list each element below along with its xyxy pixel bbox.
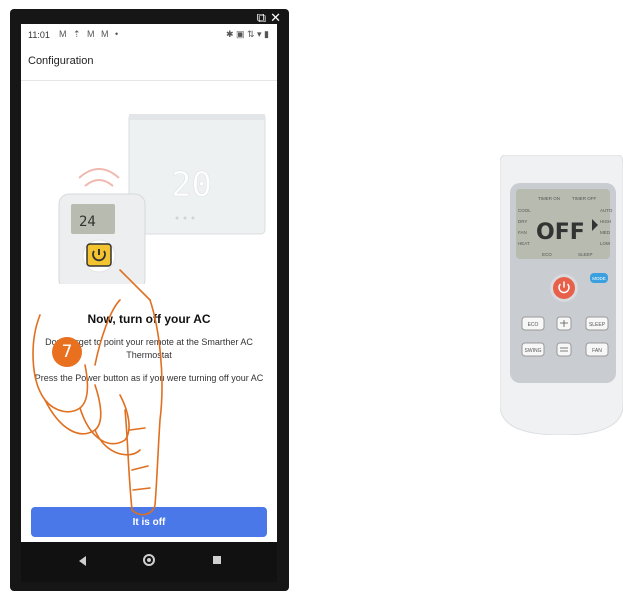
mode-med-label: MED [600,230,611,235]
mode-high-label: HIGH [600,219,611,224]
app-screen: 11:01 M ⇡ M M • ✱ ▣ ⇅ ▾ ▮ Configuration … [21,24,277,542]
timer-on-label: TIMER ON [538,196,560,201]
page-title: Configuration [28,55,94,67]
fan-button-label: FAN [592,348,602,354]
android-nav-bar [21,542,277,582]
display-sleep-label: SLEEP [578,252,593,257]
instruction-heading: Now, turn off your AC [87,312,211,326]
recent-apps-icon[interactable] [213,556,221,564]
remote-small-display: 24 [79,214,96,230]
eco-button-label: ECO [528,322,539,328]
sleep-button-label: SLEEP [589,322,606,328]
remote-small: 24 [58,193,146,284]
status-bar: 11:01 M ⇡ M M • ✱ ▣ ⇅ ▾ ▮ [21,24,277,46]
swing-button-label: SWING [525,348,542,354]
back-icon[interactable] [79,556,86,566]
mode-fan-label: FAN [518,230,527,235]
notification-icons: M ⇡ M M • [59,29,121,39]
mode-button-label: MODE [592,276,606,281]
mode-auto-label: AUTO [600,208,613,213]
thermostat-display: 20 [171,165,212,205]
mode-cool-label: COOL [518,208,531,213]
home-icon[interactable] [143,554,155,566]
thermostat-device: 20 [128,114,266,235]
status-time: 11:01 [28,30,50,40]
instruction-press-power: Press the Power button as if you were tu… [34,373,264,383]
display-eco-label: ECO [542,252,552,257]
thermostat-remote-illustration: 20 24 [58,114,266,284]
step-number-badge: 7 [52,337,82,367]
power-button [553,277,575,299]
remote-display-off: OFF [536,220,585,245]
ac-remote-illustration: TIMER ON TIMER OFF COOL DRY FAN HEAT AUT… [500,155,623,435]
it-is-off-button[interactable]: It is off [31,507,267,537]
signal-waves-icon [78,168,120,187]
system-icons: ✱ ▣ ⇅ ▾ ▮ [225,29,269,39]
mode-dry-label: DRY [518,219,527,224]
app-bar: Configuration [21,46,277,81]
mode-low-label: LOW [600,241,611,246]
temp-button [556,342,572,357]
mode-heat-label: HEAT [518,241,530,246]
timer-off-label: TIMER OFF [572,196,596,201]
